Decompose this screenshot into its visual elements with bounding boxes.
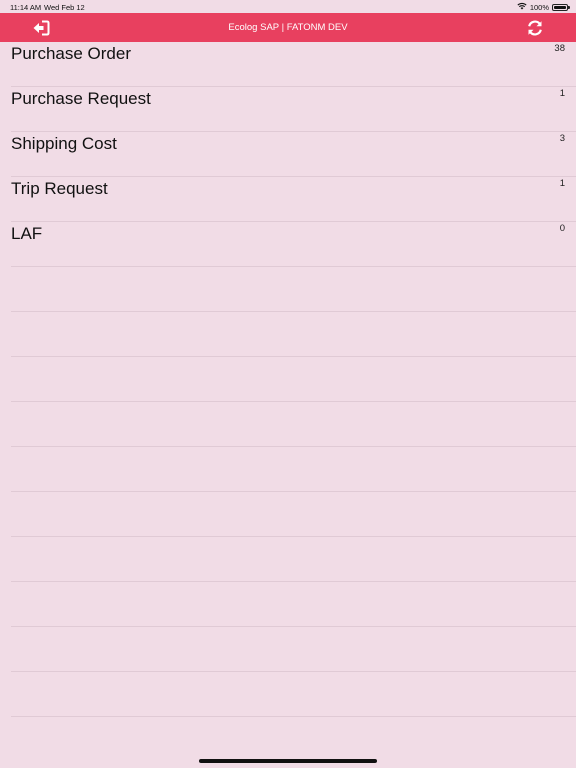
empty-row (11, 537, 576, 582)
empty-row (11, 402, 576, 447)
home-indicator (199, 759, 377, 763)
list-item-label: Shipping Cost (11, 134, 117, 153)
list-item-label: LAF (11, 224, 43, 243)
wifi-icon (517, 2, 527, 12)
list-item-label: Purchase Order (11, 44, 131, 63)
status-time: 11:14 AM (10, 3, 42, 12)
list-item-laf[interactable]: LAF 0 (11, 222, 576, 267)
status-indicators: 100% (517, 2, 570, 12)
list-item-count: 1 (559, 88, 565, 99)
list-item-label: Purchase Request (11, 89, 151, 108)
list-item-purchase-order[interactable]: Purchase Order 38 (11, 42, 576, 87)
empty-row (11, 582, 576, 627)
empty-row (11, 672, 576, 717)
empty-row (11, 312, 576, 357)
empty-row (11, 357, 576, 402)
battery-percent: 100% (529, 2, 549, 12)
module-list: Purchase Order 38 Purchase Request 1 Shi… (11, 42, 576, 717)
empty-row (11, 492, 576, 537)
navigation-bar: Ecolog SAP | FATONM DEV (0, 13, 576, 42)
battery-icon (552, 3, 570, 11)
list-item-shipping-cost[interactable]: Shipping Cost 3 (11, 132, 576, 177)
empty-row (11, 627, 576, 672)
page-title: Ecolog SAP | FATONM DEV (228, 22, 348, 33)
list-item-purchase-request[interactable]: Purchase Request 1 (11, 87, 576, 132)
empty-row (11, 267, 576, 312)
status-date: Wed Feb 12 (44, 3, 85, 12)
list-item-trip-request[interactable]: Trip Request 1 (11, 177, 576, 222)
empty-row (11, 447, 576, 492)
list-item-label: Trip Request (11, 179, 108, 198)
status-bar: 11:14 AM Wed Feb 12 100% (0, 0, 576, 13)
list-item-count: 38 (554, 43, 565, 54)
list-item-count: 0 (559, 223, 565, 234)
list-item-count: 3 (559, 133, 565, 144)
list-item-count: 1 (559, 178, 565, 189)
refresh-button[interactable] (524, 18, 546, 38)
refresh-icon (528, 20, 542, 36)
